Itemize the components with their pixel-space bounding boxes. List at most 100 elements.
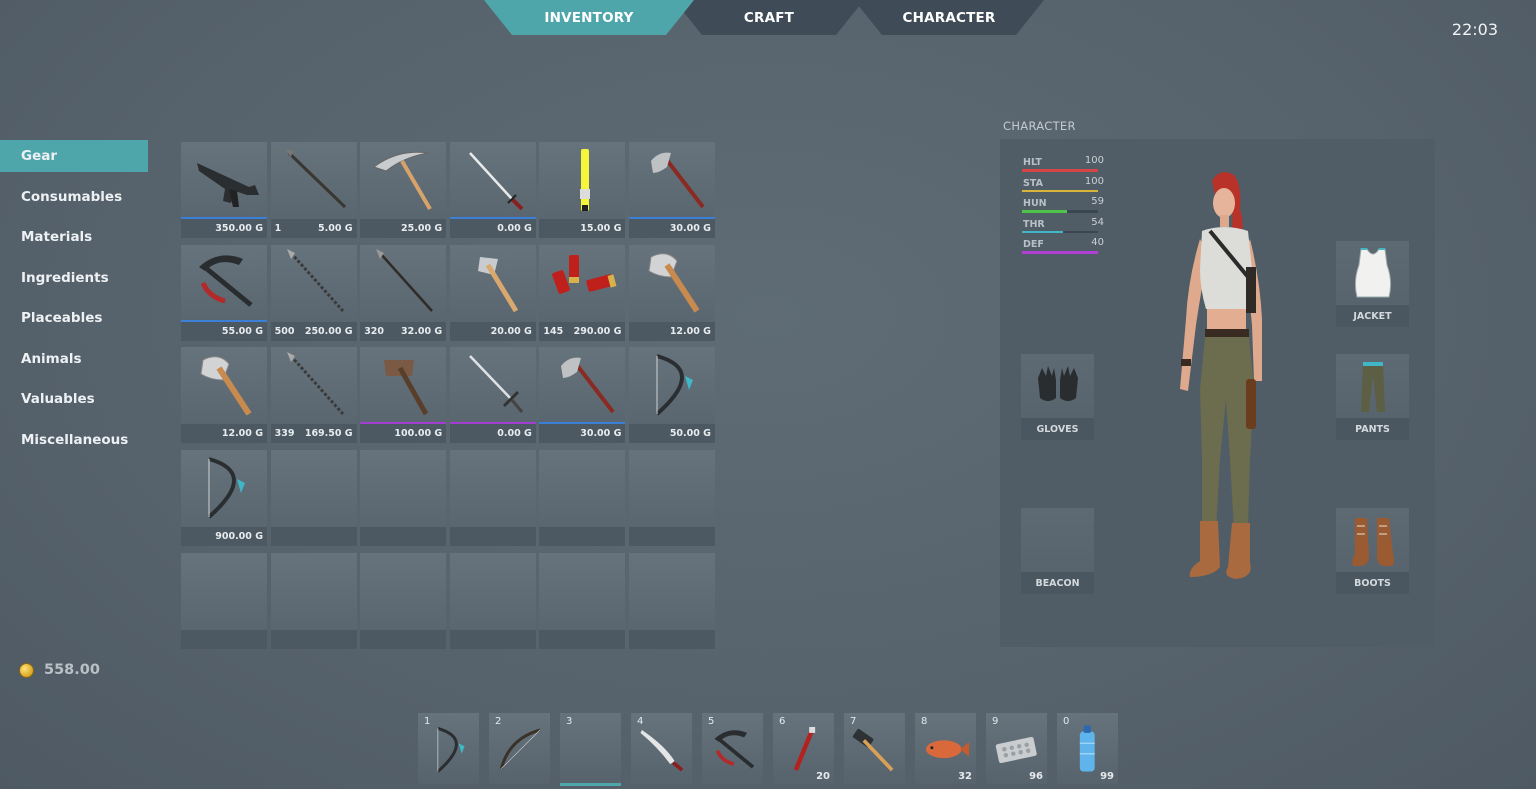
equip-slot-gloves[interactable]: GLOVES	[1021, 354, 1094, 440]
inventory-slot-empty[interactable]	[270, 450, 357, 547]
slot-footer: 20.00 G	[449, 321, 536, 341]
inventory-slot[interactable]: 12.00 G	[181, 347, 267, 444]
inventory-slot[interactable]: 100.00 G	[360, 347, 447, 444]
sidebar-item-placeables[interactable]: Placeables	[0, 302, 148, 343]
sidebar-item-valuables[interactable]: Valuables	[0, 383, 148, 424]
pills-icon	[995, 736, 1037, 763]
hotbar-slot-9[interactable]: 9 96	[986, 713, 1047, 784]
stats-list: HLT 100 STA 100 HUN 59 THR 54 DEF 40	[1022, 155, 1104, 260]
sidebar-item-ingredients[interactable]: Ingredients	[0, 262, 148, 303]
inventory-slot-empty[interactable]	[181, 552, 267, 649]
hotbar-slot-3[interactable]: 3	[560, 713, 621, 786]
slot-footer: 12.00 G	[628, 321, 715, 341]
inventory-slot[interactable]: 15.00 G	[270, 142, 357, 238]
inventory-slot[interactable]: 0.00 G	[449, 142, 536, 238]
inventory-slot[interactable]: 20.00 G	[449, 244, 536, 341]
tab-inventory[interactable]: INVENTORY	[484, 0, 694, 35]
inventory-slot[interactable]: 30.00 G	[628, 142, 715, 238]
inventory-slot[interactable]: 15.00 G	[539, 142, 626, 238]
hotbar-slot-6[interactable]: 6 20	[773, 713, 834, 784]
stat-value: 40	[1091, 237, 1104, 249]
sidebar-item-animals[interactable]: Animals	[0, 343, 148, 384]
inventory-slot[interactable]: 145 290.00 G	[539, 244, 626, 341]
inventory-slot[interactable]: 339 169.50 G	[270, 347, 357, 444]
stat-hlt: HLT 100	[1022, 155, 1104, 178]
inventory-slot[interactable]: 0.00 G	[449, 347, 536, 444]
slot-icon	[360, 450, 446, 525]
hotbar-slot-2[interactable]: 2	[489, 713, 550, 784]
pants-icon	[1360, 362, 1385, 412]
tab-character[interactable]: CHARACTER	[854, 0, 1044, 35]
inventory-slot-empty[interactable]	[449, 450, 536, 547]
hotbar-slot-4[interactable]: 4	[631, 713, 692, 784]
inventory-slot-empty[interactable]	[360, 552, 447, 649]
inventory-grid: 350.00 G 1 5.00 G 25.00 G 0.00 G 15.00 G 30.00…	[181, 142, 715, 649]
slot-footer: 500 250.00 G	[270, 321, 357, 341]
inventory-slot[interactable]: 500 250.00 G	[270, 244, 357, 341]
inventory-slot[interactable]: 50.00 G	[628, 347, 715, 444]
stat-bar	[1022, 230, 1098, 234]
inventory-slot-empty[interactable]	[539, 450, 626, 547]
item-price: 30.00 G	[669, 223, 711, 234]
slot-footer: 25.00 G	[360, 219, 447, 238]
tab-label: CRAFT	[743, 9, 795, 26]
item-quantity: 339	[274, 428, 295, 440]
slot-footer: 100.00 G	[360, 424, 447, 444]
inventory-slot[interactable]: 320 32.00 G	[360, 244, 447, 341]
tab-craft[interactable]: CRAFT	[674, 0, 864, 35]
equip-slot-boots[interactable]: BOOTS	[1336, 508, 1409, 594]
inventory-slot-empty[interactable]	[628, 552, 715, 649]
inventory-slot[interactable]: 900.00 G	[181, 450, 267, 547]
hotbar-icon	[919, 723, 972, 776]
slot-icon	[629, 553, 715, 628]
inventory-slot[interactable]: 350.00 G	[181, 142, 267, 238]
item-price: 5.00 G	[318, 223, 353, 234]
inventory-slot[interactable]: 25.00 G	[360, 142, 447, 238]
game-clock: 22:03	[1451, 20, 1498, 39]
slot-icon	[271, 347, 357, 422]
inventory-slot-empty[interactable]	[270, 552, 357, 649]
slot-footer	[539, 629, 626, 649]
slot-icon	[360, 245, 446, 320]
hotbar-slot-0[interactable]: 0 99	[1057, 713, 1118, 784]
recurve-bow-icon	[499, 728, 540, 769]
inventory-slot-empty[interactable]	[628, 450, 715, 547]
slot-icon	[539, 142, 625, 217]
tomahawk-icon	[561, 357, 615, 414]
equip-slot-pants[interactable]: PANTS	[1336, 354, 1409, 440]
stat-bar-fill	[1022, 189, 1098, 193]
stat-value: 54	[1091, 216, 1104, 228]
sidebar-item-consumables[interactable]: Consumables	[0, 181, 148, 222]
equip-slot-jacket[interactable]: JACKET	[1336, 241, 1409, 327]
stat-def: DEF 40	[1022, 237, 1104, 260]
hotbar-slot-5[interactable]: 5	[702, 713, 763, 784]
inventory-slot-empty[interactable]	[360, 450, 447, 547]
stat-bar	[1022, 169, 1098, 172]
slot-icon	[629, 450, 715, 525]
inventory-slot[interactable]: 12.00 G	[628, 244, 715, 341]
sidebar-item-materials[interactable]: Materials	[0, 221, 148, 262]
slot-icon	[539, 553, 625, 628]
inventory-slot-empty[interactable]	[449, 552, 536, 649]
item-quantity: 145	[543, 325, 564, 337]
item-price: 12.00 G	[669, 325, 711, 337]
hotbar-slot-1[interactable]: 1	[418, 713, 479, 784]
sidebar-item-gear[interactable]: Gear	[0, 140, 148, 172]
hotbar-slot-8[interactable]: 8 32	[915, 713, 976, 784]
glowstick-icon	[580, 148, 591, 211]
hotbar-slot-7[interactable]: 7	[844, 713, 905, 784]
inventory-slot-empty[interactable]	[539, 552, 626, 649]
slot-footer: 145 290.00 G	[539, 321, 626, 341]
inventory-slot[interactable]: 55.00 G	[181, 244, 267, 341]
slot-icon	[450, 553, 536, 628]
stat-hun: HUN 59	[1022, 196, 1104, 219]
stat-label: HLT	[1023, 157, 1042, 168]
equip-slot-beacon[interactable]: BEACON	[1021, 508, 1094, 594]
item-price: 25.00 G	[401, 223, 443, 234]
inventory-slot[interactable]: 30.00 G	[539, 347, 626, 444]
character-model	[1180, 172, 1262, 579]
hotbar-icon	[564, 723, 617, 776]
sledgehammer-icon	[852, 728, 893, 771]
sidebar-item-miscellaneous[interactable]: Miscellaneous	[0, 424, 148, 465]
slot-icon	[271, 553, 357, 628]
